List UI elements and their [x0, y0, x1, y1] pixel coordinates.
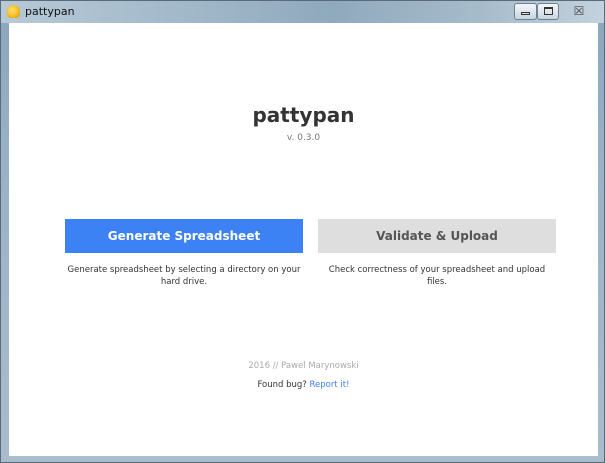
generate-spreadsheet-button[interactable]: Generate Spreadsheet [65, 219, 303, 253]
minimize-icon [521, 12, 530, 15]
maximize-icon [543, 7, 553, 15]
maximize-button[interactable] [537, 3, 559, 20]
bug-report-line: Found bug? Report it! [9, 380, 598, 390]
credit-text: 2016 // Pawel Marynowski [248, 361, 359, 371]
app-logo-icon [7, 5, 20, 18]
validate-upload-button[interactable]: Validate & Upload [318, 219, 556, 253]
close-icon: ☒ [573, 4, 585, 18]
app-window: pattypan ☒ pattypan v. 0.3.0 Generate Sp… [0, 0, 605, 463]
window-title: pattypan [25, 5, 75, 18]
app-title: pattypan [252, 103, 355, 127]
report-bug-link[interactable]: Report it! [310, 380, 350, 390]
title-bar[interactable]: pattypan ☒ [1, 1, 604, 23]
main-content: pattypan v. 0.3.0 Generate Spreadsheet V… [9, 23, 598, 456]
validate-description: Check correctness of your spreadsheet an… [328, 265, 546, 287]
minimize-button[interactable] [514, 3, 537, 20]
close-button[interactable]: ☒ [559, 3, 599, 20]
generate-description: Generate spreadsheet by selecting a dire… [67, 265, 301, 287]
app-version: v. 0.3.0 [286, 133, 321, 143]
bug-report-label: Found bug? [257, 380, 307, 390]
